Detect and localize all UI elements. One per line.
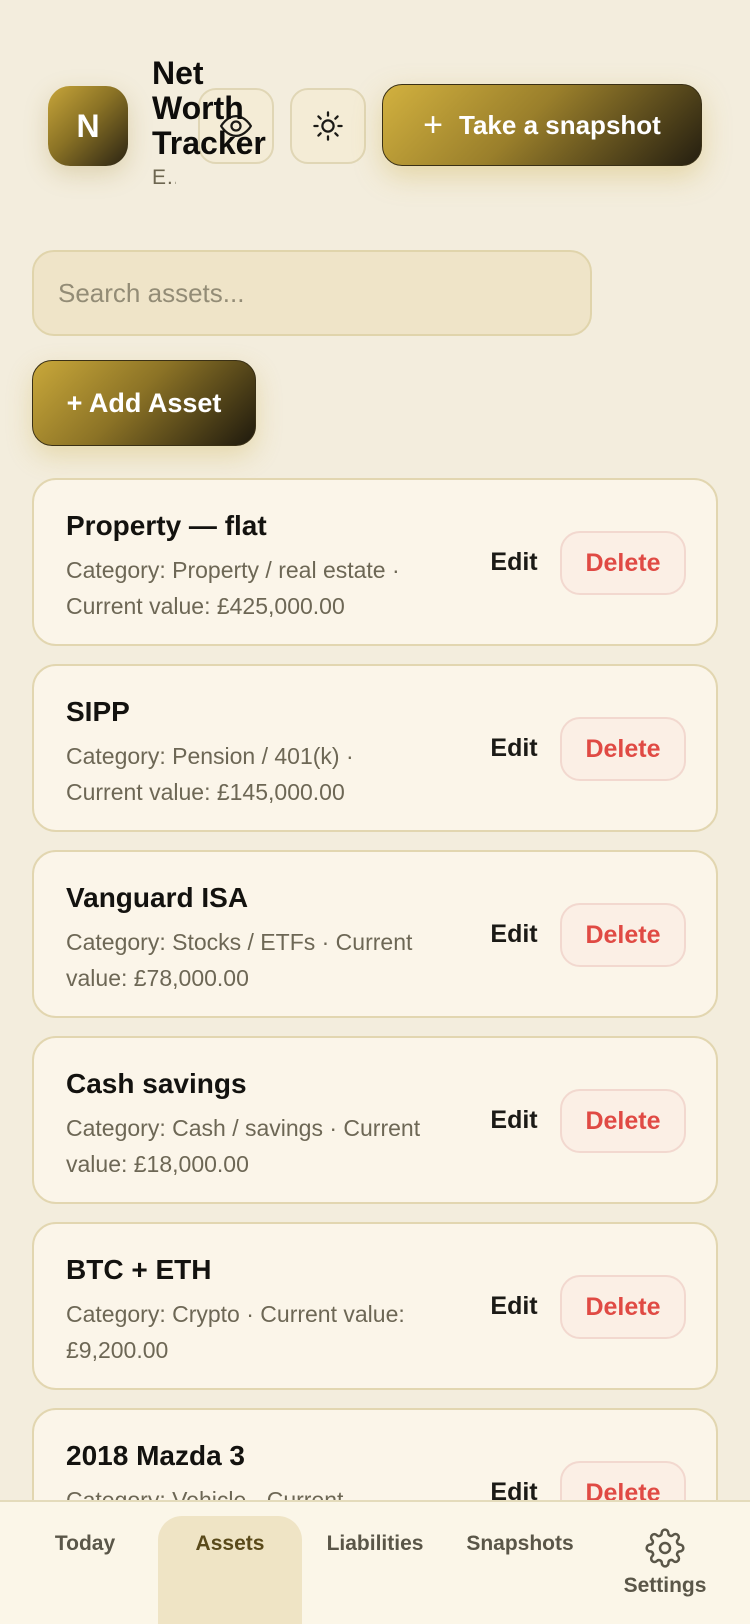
asset-name: SIPP xyxy=(66,696,130,727)
delete-asset-button[interactable]: Delete xyxy=(560,1275,686,1339)
edit-asset-button[interactable]: Edit xyxy=(474,718,554,778)
nav-tab-label: Snapshots xyxy=(466,1532,574,1555)
gear-icon xyxy=(645,1528,685,1568)
sun-icon xyxy=(313,111,343,141)
asset-meta: Category: Pension / 401(k) · Current val… xyxy=(66,743,354,805)
asset-name: Vanguard ISA xyxy=(66,882,249,913)
asset-meta: Category: Stocks / ETFs · Current value:… xyxy=(66,929,413,991)
delete-asset-button[interactable]: Delete xyxy=(560,717,686,781)
asset-name: Property — flat xyxy=(66,510,267,541)
nav-tab-label: Assets xyxy=(195,1532,265,1555)
app-logo: N xyxy=(48,86,128,166)
search-box xyxy=(32,250,592,336)
add-asset-button[interactable]: + Add Asset xyxy=(32,360,256,446)
theme-toggle-button[interactable] xyxy=(290,88,366,164)
nav-tab-assets[interactable]: Assets xyxy=(158,1516,302,1624)
app-header: N Net Worth Tracker Everything you own, … xyxy=(0,0,750,220)
asset-meta: Category: Property / real estate · Curre… xyxy=(66,557,400,619)
nav-tab-today[interactable]: Today xyxy=(20,1502,150,1624)
edit-asset-button[interactable]: Edit xyxy=(474,532,554,592)
asset-card: Vanguard ISA Category: Stocks / ETFs · C… xyxy=(32,850,718,1018)
delete-asset-button[interactable]: Delete xyxy=(560,1089,686,1153)
take-snapshot-button[interactable]: + Take a snapshot xyxy=(382,84,702,166)
search-input[interactable] xyxy=(34,252,590,334)
asset-card: Property — flat Category: Property / rea… xyxy=(32,478,718,646)
edit-asset-button[interactable]: Edit xyxy=(474,1276,554,1336)
asset-meta: Category: Cash / savings · Current value… xyxy=(66,1115,421,1177)
nav-tab-label: Settings xyxy=(623,1574,707,1597)
delete-asset-button[interactable]: Delete xyxy=(560,903,686,967)
plus-icon: + xyxy=(423,106,444,144)
asset-card: BTC + ETH Category: Crypto · Current val… xyxy=(32,1222,718,1390)
asset-meta: Category: Crypto · Current value: £9,200… xyxy=(66,1301,405,1363)
app-subtitle: Everything you own, minus what you owe xyxy=(152,166,176,189)
edit-asset-button[interactable]: Edit xyxy=(474,904,554,964)
app-title: Net Worth Tracker xyxy=(152,55,266,161)
nav-tab-label: Today xyxy=(54,1532,116,1555)
nav-tab-label: Liabilities xyxy=(326,1532,424,1555)
assets-page: N Net Worth Tracker Everything you own, … xyxy=(0,0,750,1624)
nav-tab-liabilities[interactable]: Liabilities xyxy=(310,1502,440,1624)
delete-asset-button[interactable]: Delete xyxy=(560,531,686,595)
bottom-nav: Today Assets Liabilities Snapshots Setti… xyxy=(0,1500,750,1624)
asset-card: Cash savings Category: Cash / savings · … xyxy=(32,1036,718,1204)
take-snapshot-label: Take a snapshot xyxy=(459,109,661,140)
asset-name: 2018 Mazda 3 xyxy=(66,1440,245,1471)
asset-name: BTC + ETH xyxy=(66,1254,212,1285)
edit-asset-button[interactable]: Edit xyxy=(474,1090,554,1150)
asset-name: Cash savings xyxy=(66,1068,247,1099)
nav-tab-snapshots[interactable]: Snapshots xyxy=(450,1502,590,1624)
asset-card: SIPP Category: Pension / 401(k) · Curren… xyxy=(32,664,718,832)
nav-tab-settings[interactable]: Settings xyxy=(600,1502,730,1624)
